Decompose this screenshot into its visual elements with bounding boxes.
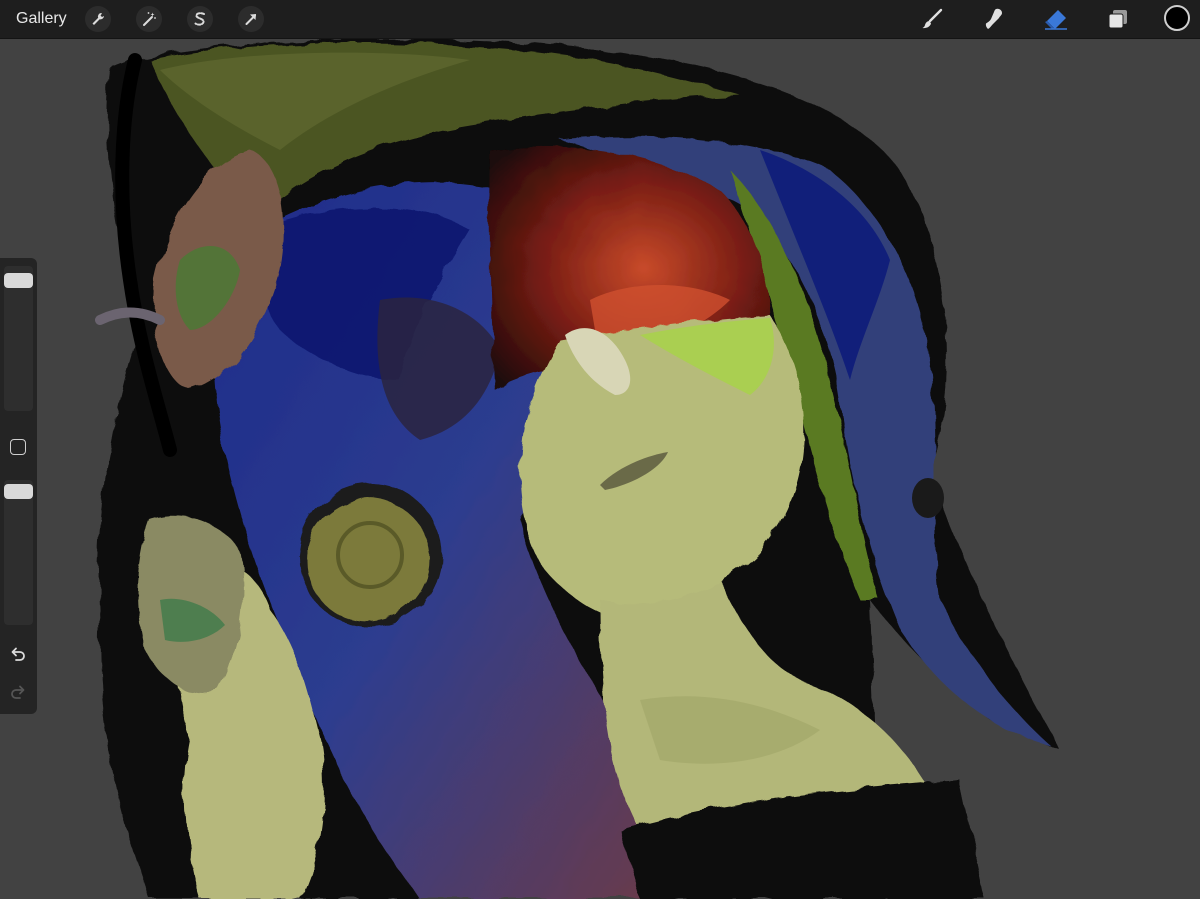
undo-arrow-icon [11, 647, 25, 661]
color-picker-button[interactable] [1164, 5, 1190, 31]
magic-wand-icon [143, 12, 156, 26]
brush-tool-button[interactable] [918, 5, 946, 33]
brush-size-slider[interactable] [4, 266, 33, 411]
selection-button[interactable] [187, 6, 213, 32]
undo-button[interactable] [8, 644, 28, 664]
opacity-slider[interactable] [4, 480, 33, 625]
drawing-canvas[interactable] [0, 38, 1200, 899]
smudge-tool-button[interactable] [980, 5, 1008, 33]
eraser-tool-button[interactable] [1042, 5, 1070, 33]
character-illustration [95, 38, 1060, 899]
redo-button[interactable] [8, 682, 28, 702]
redo-arrow-icon [11, 685, 25, 699]
adjustments-button[interactable] [136, 6, 162, 32]
gallery-button[interactable]: Gallery [16, 9, 67, 29]
wrench-icon [92, 13, 104, 25]
actions-button[interactable] [85, 6, 111, 32]
brush-icon [922, 8, 943, 29]
procreate-app: Gallery [0, 0, 1200, 899]
layers-icon [1108, 10, 1127, 29]
selection-s-icon [194, 12, 205, 26]
modify-button[interactable] [10, 439, 26, 455]
smudge-icon [985, 8, 1002, 29]
artwork [95, 38, 1060, 899]
transform-arrow-icon [245, 14, 256, 25]
layers-button[interactable] [1104, 5, 1132, 33]
transform-button[interactable] [238, 6, 264, 32]
eraser-icon [1045, 10, 1067, 30]
top-toolbar: Gallery [0, 0, 1200, 39]
opacity-thumb[interactable] [4, 484, 33, 499]
left-sidebar [0, 258, 37, 714]
brush-size-thumb[interactable] [4, 273, 33, 288]
